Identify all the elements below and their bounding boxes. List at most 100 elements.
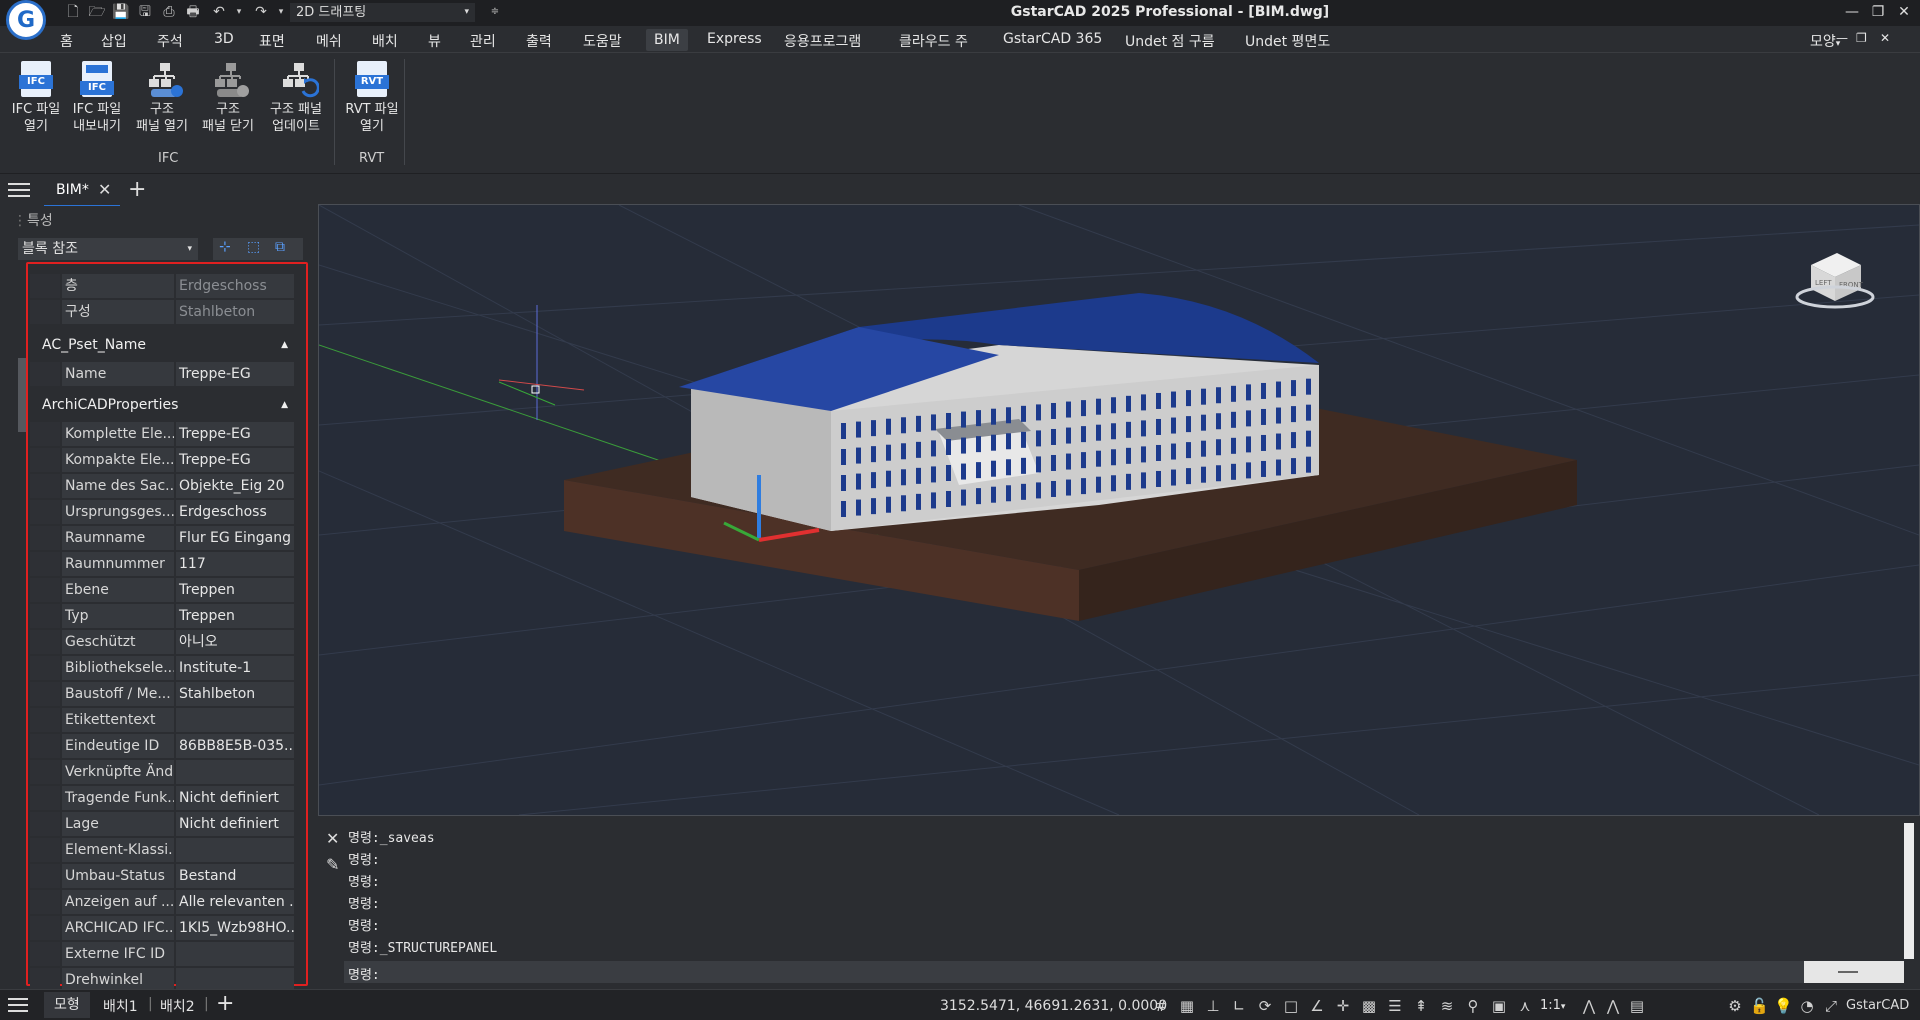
minimize-icon[interactable]: — <box>1838 2 1866 22</box>
doc-restore-icon[interactable]: ❐ <box>1856 31 1867 45</box>
menu-home[interactable]: 홈 <box>60 31 73 51</box>
hamburger-menu-icon[interactable] <box>8 998 28 1014</box>
menu-undet-floorplan[interactable]: Undet 평면도 <box>1245 31 1330 51</box>
menu-help[interactable]: 도움말 <box>583 31 622 51</box>
property-row[interactable]: Lage Nicht definiert <box>30 812 300 837</box>
viewport-icon[interactable]: ▣ <box>1490 997 1508 1015</box>
polar-icon[interactable]: ⟳ <box>1256 997 1274 1015</box>
property-row[interactable]: Name Treppe-EG <box>30 362 300 387</box>
otrack-icon[interactable]: ∠ <box>1308 997 1326 1015</box>
customize-command-icon[interactable]: ✎ <box>326 855 339 874</box>
object-type-select[interactable]: 블록 참조 ▾ <box>18 238 198 260</box>
property-row[interactable]: 층 Erdgeschoss <box>30 274 300 299</box>
snap-grid-icon[interactable]: # <box>1152 997 1170 1015</box>
drawing-viewport[interactable]: LEFT FRONT <box>118 204 1920 816</box>
layers-icon[interactable]: ≋ <box>1438 997 1456 1015</box>
ortho-icon[interactable]: ∟ <box>1230 997 1248 1015</box>
auto-scale-icon[interactable]: ⋀ <box>1604 997 1622 1015</box>
tab-layout1[interactable]: 배치1 <box>103 996 138 1016</box>
quick-select-icon[interactable]: ⧉ <box>275 239 285 255</box>
lock-icon[interactable]: 🔓 <box>1750 997 1769 1015</box>
lineweight-icon[interactable]: ☰ <box>1386 997 1404 1015</box>
property-row[interactable]: Externe IFC ID <box>30 942 300 967</box>
property-row[interactable]: Etikettentext <box>30 708 300 733</box>
section-header[interactable]: AC_Pset_Name ▲ <box>30 332 300 358</box>
menu-manage[interactable]: 관리 <box>470 31 496 51</box>
property-row[interactable]: Baustoff / Me... Stahlbeton <box>30 682 300 707</box>
menu-mesh[interactable]: 메쉬 <box>316 31 342 51</box>
property-row[interactable]: Kompakte Ele... Treppe-EG <box>30 448 300 473</box>
command-scrollbar[interactable] <box>1904 823 1914 959</box>
menu-layout[interactable]: 배치 <box>372 31 398 51</box>
menu-gstarcad365[interactable]: GstarCAD 365 <box>1003 31 1102 47</box>
clean-screen-icon[interactable]: ⤢ <box>1822 997 1840 1015</box>
grid-icon[interactable]: ▦ <box>1178 997 1196 1015</box>
property-row[interactable]: Raumnummer 117 <box>30 552 300 577</box>
restore-icon[interactable]: ❐ <box>1864 2 1892 22</box>
property-row[interactable]: Raumname Flur EG Eingang <box>30 526 300 551</box>
menu-bim[interactable]: BIM <box>646 29 688 51</box>
annotation-visibility-icon[interactable]: ⋀ <box>1580 997 1598 1015</box>
close-tab-icon[interactable]: ✕ <box>98 180 111 199</box>
infer-icon[interactable]: ⊥ <box>1204 997 1222 1015</box>
section-header[interactable]: ArchiCADProperties ▲ <box>30 392 300 418</box>
property-row[interactable]: Name des Sac... Objekte_Eig 20 <box>30 474 300 499</box>
property-row[interactable]: Eindeutige ID 86BB8E5B-035... <box>30 734 300 759</box>
gear-icon[interactable]: ⚙ <box>1726 997 1744 1015</box>
selection-cycle-icon[interactable]: ⇞ <box>1412 997 1430 1015</box>
viewcube[interactable]: LEFT FRONT <box>1795 253 1875 309</box>
menu-view[interactable]: 뷰 <box>428 31 441 51</box>
table-icon[interactable]: ▤ <box>1628 997 1646 1015</box>
close-icon[interactable]: ✕ <box>1890 2 1918 22</box>
property-row[interactable]: Bibliotheksele... Institute-1 <box>30 656 300 681</box>
tab-bim[interactable]: BIM* ✕ <box>44 174 120 207</box>
property-row[interactable]: Typ Treppen <box>30 604 300 629</box>
structure-panel-close-button[interactable]: 구조 패널 닫기 <box>196 61 260 135</box>
coordinates-display[interactable]: 3152.5471, 46691.2631, 0.0000 <box>940 998 1167 1014</box>
property-row[interactable]: Verknüpfte Änd... <box>30 760 300 785</box>
property-row[interactable]: Anzeigen auf ... Alle relevanten ... <box>30 890 300 915</box>
menu-express[interactable]: Express <box>707 31 762 47</box>
doc-minimize-icon[interactable]: — <box>1836 31 1848 45</box>
dynamic-ucs-icon[interactable]: ✛ <box>1334 997 1352 1015</box>
isometric-icon[interactable]: ▩ <box>1360 997 1378 1015</box>
select-objects-icon[interactable]: ⬚ <box>247 239 260 255</box>
zoom-icon[interactable]: ⚲ <box>1464 997 1482 1015</box>
property-row[interactable]: Umbau-Status Bestand <box>30 864 300 889</box>
property-row[interactable]: Ebene Treppen <box>30 578 300 603</box>
menu-annotate[interactable]: 주석 <box>157 31 183 51</box>
property-row[interactable]: Tragende Funk... Nicht definiert <box>30 786 300 811</box>
property-row[interactable]: Ursprungsges... Erdgeschoss <box>30 500 300 525</box>
property-row[interactable]: Element-Klassi... <box>30 838 300 863</box>
command-scroll-thumb[interactable] <box>1804 961 1904 983</box>
menu-output[interactable]: 출력 <box>526 31 552 51</box>
add-layout-icon[interactable]: + <box>216 991 234 1016</box>
lightbulb-icon[interactable]: 💡 <box>1774 997 1793 1015</box>
menu-apps[interactable]: 응용프로그램 <box>784 31 861 51</box>
property-row[interactable]: ARCHICAD IFC... 1KI5_Wzb98HO... <box>30 916 300 941</box>
property-row[interactable]: 구성 Stahlbeton <box>30 300 300 325</box>
new-tab-icon[interactable]: + <box>128 177 146 202</box>
hardware-acceleration-icon[interactable]: ◔ <box>1798 997 1816 1015</box>
ifc-open-button[interactable]: IFC IFC 파일 열기 <box>10 61 62 135</box>
menu-surface[interactable]: 표면 <box>259 31 285 51</box>
annotation-scale-icon[interactable]: ⋏ <box>1516 997 1534 1015</box>
gstarcad-logo-icon[interactable]: G <box>6 0 46 40</box>
rvt-open-button[interactable]: RVT RVT 파일 열기 <box>340 61 404 135</box>
menu-cloud[interactable]: 클라우드 주 <box>899 31 968 51</box>
collapse-icon[interactable]: ▲ <box>281 392 288 418</box>
osnap-icon[interactable]: □ <box>1282 997 1300 1015</box>
structure-panel-open-button[interactable]: 구조 패널 열기 <box>130 61 194 135</box>
property-row[interactable]: Geschützt 아니오 <box>30 630 300 655</box>
command-input[interactable]: 명령: <box>344 961 1904 983</box>
menu-insert[interactable]: 삽입 <box>101 31 127 51</box>
collapse-icon[interactable]: ▲ <box>281 332 288 358</box>
doc-close-icon[interactable]: ✕ <box>1880 31 1890 45</box>
hamburger-menu-icon[interactable] <box>8 180 30 198</box>
toggle-pickadd-icon[interactable]: ⊹ <box>219 239 231 255</box>
annotation-scale-value[interactable]: 1:1▾ <box>1540 998 1565 1013</box>
property-row[interactable]: Komplette Ele... Treppe-EG <box>30 422 300 447</box>
tab-layout2[interactable]: 배치2 <box>160 996 195 1016</box>
tab-model[interactable]: 모형 <box>44 992 90 1018</box>
ifc-export-button[interactable]: IFC IFC 파일 내보내기 <box>68 61 126 135</box>
